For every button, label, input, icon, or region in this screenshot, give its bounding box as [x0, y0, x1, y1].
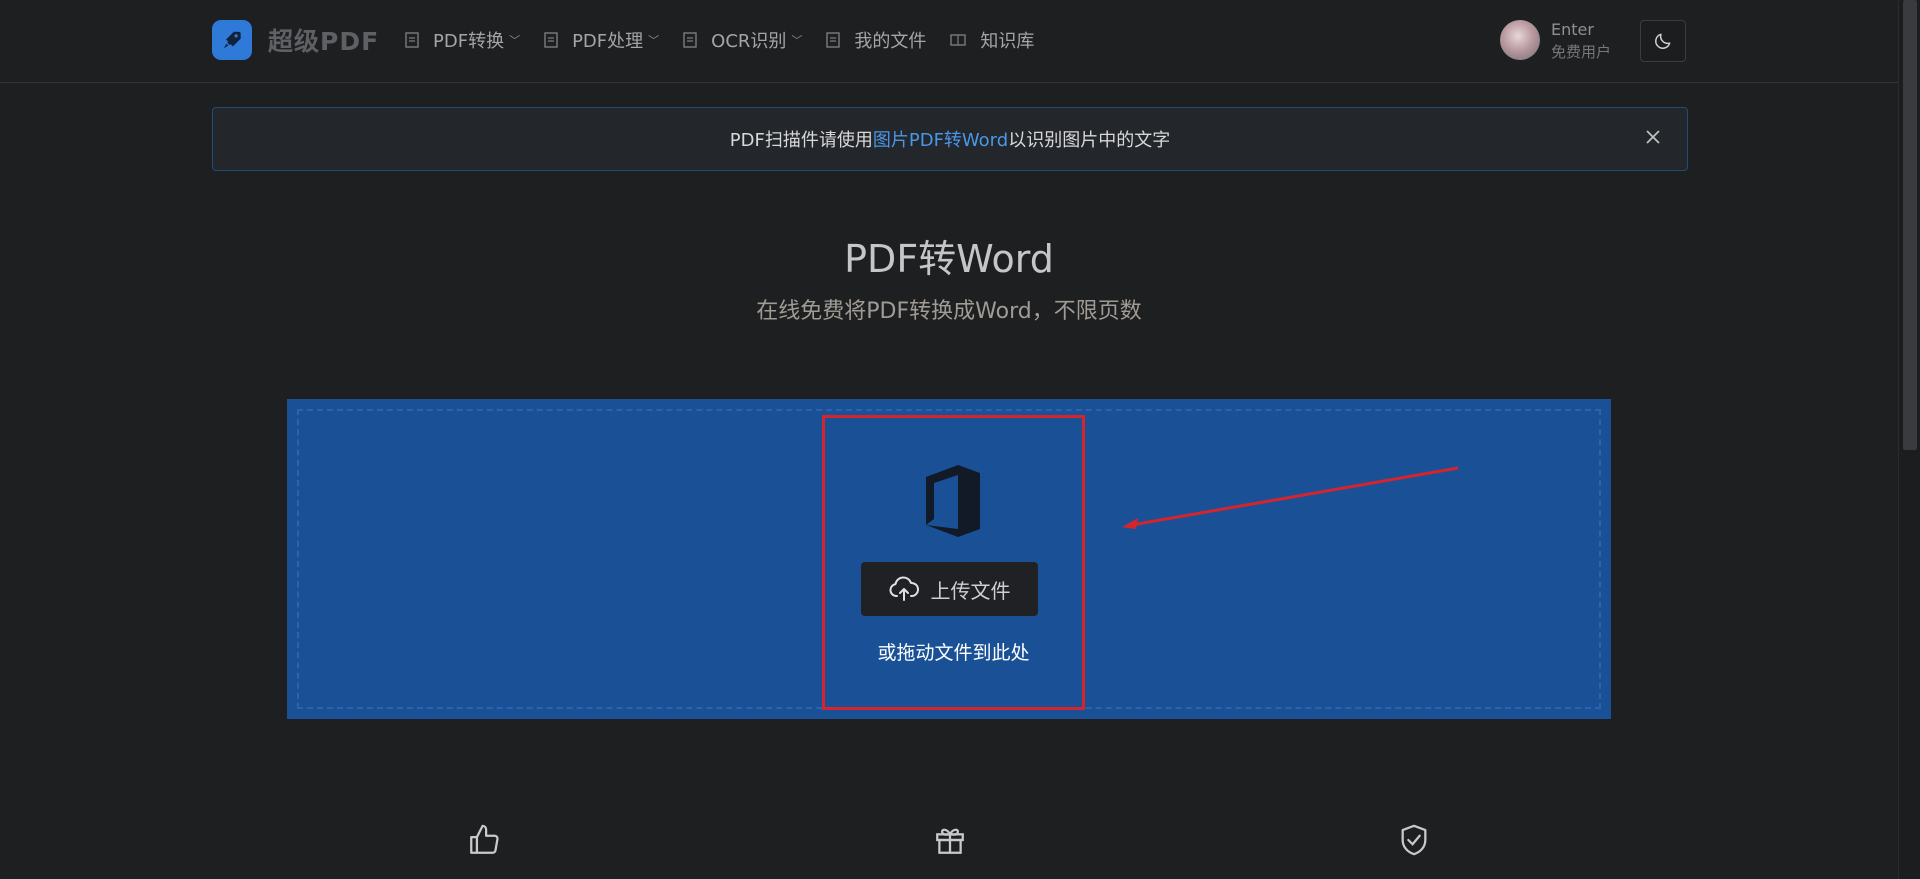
- thumbs-up-icon: [470, 824, 499, 854]
- alert-text-suffix: 以识别图片中的文字: [1008, 130, 1171, 151]
- nav-ocr[interactable]: OCR识别 ﹀: [683, 24, 802, 56]
- alert-text-prefix: PDF扫描件请使用: [729, 130, 873, 151]
- nav-label: 我的文件: [854, 31, 927, 52]
- file-icon: [826, 32, 841, 48]
- upload-button-label: 上传文件: [930, 578, 1011, 603]
- avatar[interactable]: [1500, 20, 1540, 60]
- drag-hint: 或拖动文件到此处: [877, 642, 1030, 664]
- logo[interactable]: [212, 20, 252, 60]
- nav-label: PDF转换: [433, 31, 505, 52]
- office-icon: [926, 465, 980, 537]
- cloud-upload-icon: [889, 576, 919, 601]
- nav-pdf-process[interactable]: PDF处理 ﹀: [544, 24, 659, 56]
- chevron-down-icon: ﹀: [791, 34, 803, 47]
- nav-label: PDF处理: [572, 31, 644, 52]
- shield-check-icon: [1401, 824, 1427, 856]
- info-alert: PDF扫描件请使用 图片PDF转Word 以识别图片中的文字: [212, 107, 1688, 171]
- page-title: PDF转Word: [844, 237, 1054, 281]
- moon-icon: [1655, 33, 1671, 49]
- rocket-icon: [223, 31, 241, 49]
- top-navbar: 超级PDF PDF转换 ﹀ PDF处理 ﹀ OCR识别 ﹀ 我的文件 知识库 E…: [0, 0, 1898, 83]
- page-subtitle: 在线免费将PDF转换成Word，不限页数: [756, 299, 1142, 324]
- gift-icon: [936, 828, 964, 854]
- close-icon: [1646, 130, 1660, 144]
- theme-toggle-button[interactable]: [1640, 20, 1686, 62]
- scrollbar[interactable]: [1898, 0, 1920, 879]
- file-icon: [405, 32, 419, 48]
- nav-label: OCR识别: [711, 31, 787, 52]
- nav-pdf-convert[interactable]: PDF转换 ﹀: [405, 24, 520, 56]
- annotation-arrow: [1122, 466, 1459, 529]
- nav-knowledge-base[interactable]: 知识库: [950, 24, 1034, 56]
- book-icon: [950, 34, 967, 46]
- alert-close-button[interactable]: [1641, 125, 1665, 149]
- main-nav: PDF转换 ﹀ PDF处理 ﹀ OCR识别 ﹀ 我的文件 知识库: [405, 24, 1058, 56]
- file-icon: [683, 32, 697, 48]
- nav-my-files[interactable]: 我的文件: [826, 24, 926, 56]
- user-name: Enter: [1551, 20, 1594, 39]
- alert-link[interactable]: 图片PDF转Word: [873, 126, 1008, 152]
- nav-label: 知识库: [980, 31, 1035, 52]
- scrollbar-thumb[interactable]: [1903, 0, 1917, 450]
- chevron-down-icon: ﹀: [648, 34, 660, 47]
- upload-file-button[interactable]: 上传文件: [861, 562, 1038, 616]
- chevron-down-icon: ﹀: [509, 34, 521, 47]
- file-icon: [544, 32, 558, 48]
- user-level: 免费用户: [1551, 43, 1612, 61]
- brand-name[interactable]: 超级PDF: [268, 22, 379, 58]
- user-menu[interactable]: Enter 免费用户: [1500, 18, 1620, 62]
